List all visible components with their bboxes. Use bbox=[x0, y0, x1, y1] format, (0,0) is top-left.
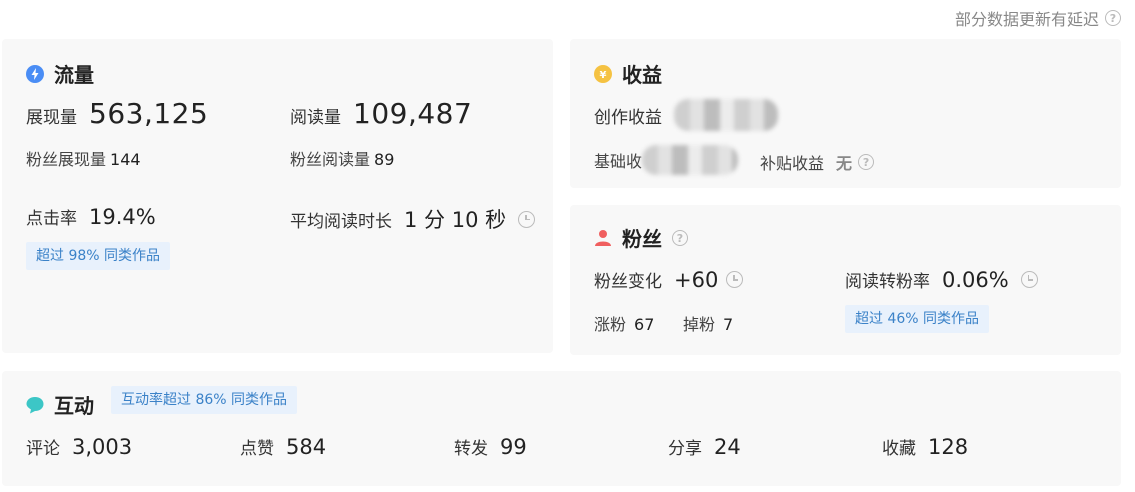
fan-loss-label: 掉粉 bbox=[683, 315, 716, 334]
fan-gain-label: 涨粉 bbox=[594, 315, 627, 334]
metric-shares: 分享 24 bbox=[668, 434, 741, 459]
traffic-title: 流量 bbox=[26, 59, 94, 88]
metric-favorites: 收藏 128 bbox=[882, 434, 968, 459]
fan-loss-stat: 掉粉 7 bbox=[683, 311, 733, 335]
avg-read-value: 1 分 10 秒 bbox=[404, 208, 507, 232]
impressions-stat: 展现量 563,125 bbox=[26, 97, 208, 130]
interaction-percentile-tag: 互动率超过 86% 同类作品 bbox=[111, 386, 298, 414]
metric-label: 转发 bbox=[454, 439, 488, 459]
fan-reads-value: 89 bbox=[374, 150, 395, 169]
income-title: ¥ 收益 bbox=[594, 59, 662, 88]
conversion-value: 0.06% bbox=[942, 267, 1009, 292]
lightning-icon bbox=[26, 64, 44, 83]
conversion-label: 阅读转粉率 bbox=[845, 272, 930, 292]
fan-change-label: 粉丝变化 bbox=[594, 272, 662, 292]
fan-change-stat: 粉丝变化 +60 bbox=[594, 267, 744, 292]
creation-income-label: 创作收益 bbox=[594, 107, 662, 128]
fan-gain-stat: 涨粉 67 bbox=[594, 311, 654, 335]
fans-card: 粉丝 ? 粉丝变化 +60 阅读转粉率 0.06% 涨粉 67 掉粉 7 超过 … bbox=[570, 205, 1121, 355]
metric-label: 评论 bbox=[26, 439, 60, 459]
help-icon[interactable]: ? bbox=[858, 154, 875, 170]
clock-icon[interactable] bbox=[726, 271, 744, 288]
base-income-blurred-value bbox=[642, 145, 739, 175]
data-delay-notice: 部分数据更新有延迟 ? bbox=[955, 6, 1121, 30]
clock-icon[interactable] bbox=[518, 210, 536, 228]
traffic-title-text: 流量 bbox=[54, 63, 94, 87]
fans-title-text: 粉丝 bbox=[622, 227, 662, 251]
interaction-card: 互动 互动率超过 86% 同类作品 评论 3,003 点赞 584 转发 99 … bbox=[2, 371, 1121, 486]
fan-reads-label: 粉丝阅读量 bbox=[290, 150, 371, 169]
metric-label: 收藏 bbox=[882, 439, 916, 459]
base-income-label: 基础收 bbox=[594, 152, 643, 171]
ctr-percentile-tag: 超过 98% 同类作品 bbox=[26, 242, 171, 270]
subsidy-income-stat: 补贴收益 无 ? bbox=[760, 150, 875, 174]
metric-value: 584 bbox=[286, 435, 327, 459]
fan-impressions-label: 粉丝展现量 bbox=[26, 150, 107, 169]
interaction-title-text: 互动 bbox=[54, 394, 94, 418]
help-icon[interactable]: ? bbox=[1105, 10, 1121, 26]
metric-reposts: 转发 99 bbox=[454, 434, 527, 459]
fan-impressions-value: 144 bbox=[110, 150, 141, 169]
clock-icon[interactable] bbox=[1020, 271, 1038, 288]
reads-value: 109,487 bbox=[353, 97, 473, 130]
income-card: ¥ 收益 创作收益 基础收 补贴收益 无 ? bbox=[570, 39, 1121, 188]
impressions-label: 展现量 bbox=[26, 108, 77, 128]
ctr-value: 19.4% bbox=[89, 205, 156, 229]
metric-value: 24 bbox=[714, 435, 741, 459]
fan-impressions-stat: 粉丝展现量 144 bbox=[26, 146, 141, 170]
yuan-coin-icon: ¥ bbox=[594, 64, 612, 83]
metric-value: 128 bbox=[928, 435, 969, 459]
fans-title: 粉丝 ? bbox=[594, 223, 688, 252]
avg-read-stat: 平均阅读时长 1 分 10 秒 bbox=[290, 204, 536, 234]
notice-text: 部分数据更新有延迟 bbox=[954, 10, 1099, 29]
metric-value: 3,003 bbox=[72, 435, 133, 459]
metric-value: 99 bbox=[500, 435, 527, 459]
conversion-stat: 阅读转粉率 0.06% bbox=[845, 267, 1038, 292]
creation-income-stat: 创作收益 bbox=[594, 99, 778, 131]
base-income-stat: 基础收 bbox=[594, 145, 739, 175]
metric-label: 分享 bbox=[668, 439, 702, 459]
fan-loss-value: 7 bbox=[723, 315, 734, 334]
interaction-title: 互动 bbox=[26, 390, 94, 419]
reads-label: 阅读量 bbox=[290, 108, 341, 128]
fan-change-value: +60 bbox=[674, 267, 719, 292]
svg-text:¥: ¥ bbox=[600, 70, 607, 81]
conversion-percentile-tag: 超过 46% 同类作品 bbox=[845, 305, 990, 333]
avg-read-label: 平均阅读时长 bbox=[290, 211, 392, 232]
metric-comments: 评论 3,003 bbox=[26, 434, 132, 459]
metric-label: 点赞 bbox=[240, 439, 274, 459]
creation-income-blurred-value bbox=[674, 99, 778, 131]
fan-gain-value: 67 bbox=[634, 315, 655, 334]
metric-likes: 点赞 584 bbox=[240, 434, 326, 459]
person-icon bbox=[595, 229, 611, 246]
ctr-stat: 点击率 19.4% bbox=[26, 204, 156, 229]
subsidy-income-value: 无 bbox=[836, 154, 853, 173]
traffic-card: 流量 展现量 563,125 阅读量 109,487 粉丝展现量 144 粉丝阅… bbox=[2, 39, 553, 353]
income-title-text: 收益 bbox=[622, 63, 662, 87]
fan-reads-stat: 粉丝阅读量 89 bbox=[290, 146, 394, 170]
reads-stat: 阅读量 109,487 bbox=[290, 97, 472, 130]
subsidy-income-label: 补贴收益 bbox=[760, 154, 825, 173]
ctr-label: 点击率 bbox=[26, 209, 77, 229]
chat-bubble-icon bbox=[26, 396, 44, 413]
impressions-value: 563,125 bbox=[89, 97, 209, 130]
help-icon[interactable]: ? bbox=[672, 229, 688, 246]
